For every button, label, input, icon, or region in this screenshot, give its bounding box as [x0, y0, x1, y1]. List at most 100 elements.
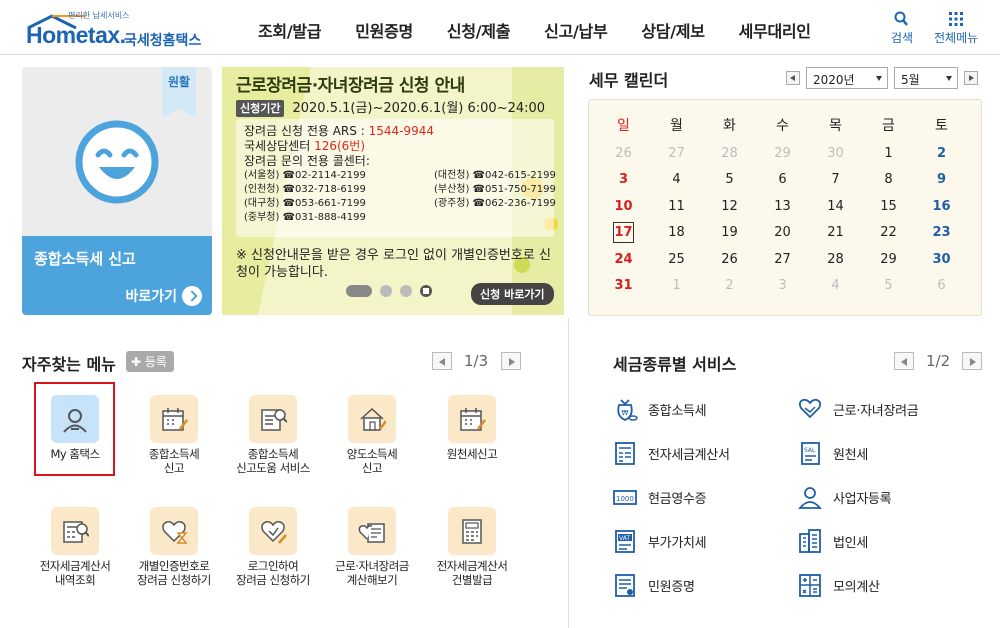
hometax-logo[interactable]: 편리한 납세서비스 Hometax. 국세청홈택스: [22, 8, 207, 49]
calendar-day[interactable]: 4: [809, 273, 862, 300]
calendar-day[interactable]: 9: [915, 167, 968, 194]
calendar-day[interactable]: 27: [650, 140, 703, 167]
heart-document-icon: [348, 507, 396, 555]
favorites-prev-button[interactable]: [432, 352, 452, 370]
apply-now-button[interactable]: 신청 바로가기: [471, 283, 554, 305]
favorite-item[interactable]: 근로·자녀장려금 계산해보기: [322, 507, 422, 607]
month-select[interactable]: 5월: [894, 67, 958, 89]
calendar-day[interactable]: 26: [597, 140, 650, 167]
calendar-day[interactable]: 14: [809, 193, 862, 220]
nav-item-consult[interactable]: 상담/제보: [641, 18, 705, 42]
incentive-notice-banner[interactable]: 근로장려금·자녀장려금 신청 안내 신청기간 2020.5.1(금)~2020.6…: [222, 67, 564, 315]
weekday-header: 금: [882, 118, 895, 134]
calendar-week: 24 25 26 27 28 29 30: [597, 246, 968, 273]
calendar-day[interactable]: 11: [650, 193, 703, 220]
search-label: 검색: [891, 31, 914, 45]
calendar-day[interactable]: 21: [809, 220, 862, 247]
calendar-day[interactable]: 16: [915, 193, 968, 220]
calendar-day[interactable]: 27: [756, 246, 809, 273]
favorite-item[interactable]: 종합소득세 신고: [124, 395, 224, 495]
calendar-day[interactable]: 29: [756, 140, 809, 167]
nav-item-report-pay[interactable]: 신고/납부: [544, 18, 608, 42]
calendar-day[interactable]: 10: [597, 193, 650, 220]
calendar-day[interactable]: 28: [703, 140, 756, 167]
calendar-day[interactable]: 13: [756, 193, 809, 220]
calendar-day[interactable]: 28: [809, 246, 862, 273]
income-tax-promo-card[interactable]: 원활 종합소득세 신고 바로가기: [22, 67, 212, 315]
search-button[interactable]: 검색: [891, 10, 913, 46]
services-next-button[interactable]: [962, 352, 982, 370]
calendar-day[interactable]: 26: [703, 246, 756, 273]
slide-dot[interactable]: [400, 285, 412, 297]
calendar-day[interactable]: 22: [862, 220, 915, 247]
calendar-day[interactable]: 6: [756, 167, 809, 194]
calendar-day[interactable]: 24: [597, 246, 650, 273]
year-select[interactable]: 2020년: [806, 67, 888, 89]
tax-service-item[interactable]: SAL 원천세: [797, 440, 868, 466]
nav-item-inquiry[interactable]: 조회/발급: [258, 18, 322, 42]
status-ribbon: 원활: [162, 67, 196, 118]
tax-service-item[interactable]: 사업자등록: [797, 484, 892, 510]
calendar-day[interactable]: 3: [597, 167, 650, 194]
calendar-day[interactable]: 30: [809, 140, 862, 167]
calendar-day[interactable]: 6: [915, 273, 968, 300]
nav-item-civil-certificate[interactable]: 민원증명: [355, 18, 413, 42]
favorite-item[interactable]: 종합소득세 신고도움 서비스: [223, 395, 323, 495]
tax-service-item[interactable]: VAT 부가가치세: [612, 528, 707, 554]
month-next-button[interactable]: [964, 71, 978, 85]
calendar-day[interactable]: 3: [756, 273, 809, 300]
calendar-day[interactable]: 23: [915, 220, 968, 247]
calendar-day[interactable]: 25: [650, 246, 703, 273]
nav-item-apply-submit[interactable]: 신청/제출: [447, 18, 511, 42]
calendar-day[interactable]: 20: [756, 220, 809, 247]
calendar-day[interactable]: 18: [650, 220, 703, 247]
calendar-day[interactable]: 15: [862, 193, 915, 220]
arrow-right-circle-icon: [182, 286, 202, 306]
favorites-next-button[interactable]: [501, 352, 521, 370]
tax-service-item[interactable]: ₩ 종합소득세: [612, 396, 707, 422]
calendar-day[interactable]: 31: [597, 273, 650, 300]
favorite-item[interactable]: 전자세금계산서 건별발급: [422, 507, 522, 607]
calculator-doc-icon: [615, 442, 635, 465]
slide-dot[interactable]: [380, 285, 392, 297]
center-number: 126(6번): [314, 139, 366, 153]
ars-number: 1544-9944: [368, 124, 434, 138]
calendar-day[interactable]: 5: [862, 273, 915, 300]
favorite-item[interactable]: 원천세신고: [422, 395, 522, 495]
calendar-day[interactable]: 5: [703, 167, 756, 194]
tax-service-item[interactable]: 전자세금계산서: [612, 440, 730, 466]
calendar-day[interactable]: 8: [862, 167, 915, 194]
calendar-day[interactable]: 1: [650, 273, 703, 300]
calendar-day[interactable]: 29: [862, 246, 915, 273]
calendar-week: 17 18 19 20 21 22 23: [597, 220, 968, 247]
calendar-day[interactable]: 2: [915, 140, 968, 167]
tax-service-item[interactable]: 법인세: [797, 528, 868, 554]
tax-service-item[interactable]: 근로·자녀장려금: [797, 396, 919, 422]
calendar-day[interactable]: 30: [915, 246, 968, 273]
tax-service-item[interactable]: 1000 현금영수증: [612, 484, 707, 510]
slide-dot-active[interactable]: [346, 285, 372, 297]
year-prev-button[interactable]: [786, 71, 800, 85]
calendar-day[interactable]: 7: [809, 167, 862, 194]
services-prev-button[interactable]: [894, 352, 914, 370]
favorite-item[interactable]: 양도소득세 신고: [322, 395, 422, 495]
calendar-day[interactable]: 19: [703, 220, 756, 247]
full-menu-button[interactable]: 전체메뉴: [934, 10, 978, 46]
calendar-day[interactable]: 12: [703, 193, 756, 220]
tax-service-item[interactable]: 민원증명: [612, 572, 695, 598]
callcenter-list: (서울청) ☎02-2114-2199 (대전청) ☎042-615-2199 …: [244, 169, 556, 225]
register-favorite-button[interactable]: ✚ 등록: [126, 351, 174, 372]
banner-pagination: [346, 285, 440, 297]
calendar-day[interactable]: 1: [862, 140, 915, 167]
pause-icon[interactable]: [420, 285, 432, 297]
favorite-item[interactable]: 로그인하여 장려금 신청하기: [223, 507, 323, 607]
center-line: 국세상담센터 126(6번): [244, 139, 546, 154]
favorite-item[interactable]: 전자세금계산서 내역조회: [25, 507, 125, 607]
nav-item-tax-agent[interactable]: 세무대리인: [739, 18, 811, 42]
tax-service-item[interactable]: 모의계산: [797, 572, 880, 598]
promo-go-link[interactable]: 바로가기: [125, 286, 202, 306]
calendar-day[interactable]: 17: [597, 220, 650, 247]
favorite-item[interactable]: 개별인증번호로 장려금 신청하기: [124, 507, 224, 607]
calendar-day[interactable]: 4: [650, 167, 703, 194]
calendar-day[interactable]: 2: [703, 273, 756, 300]
